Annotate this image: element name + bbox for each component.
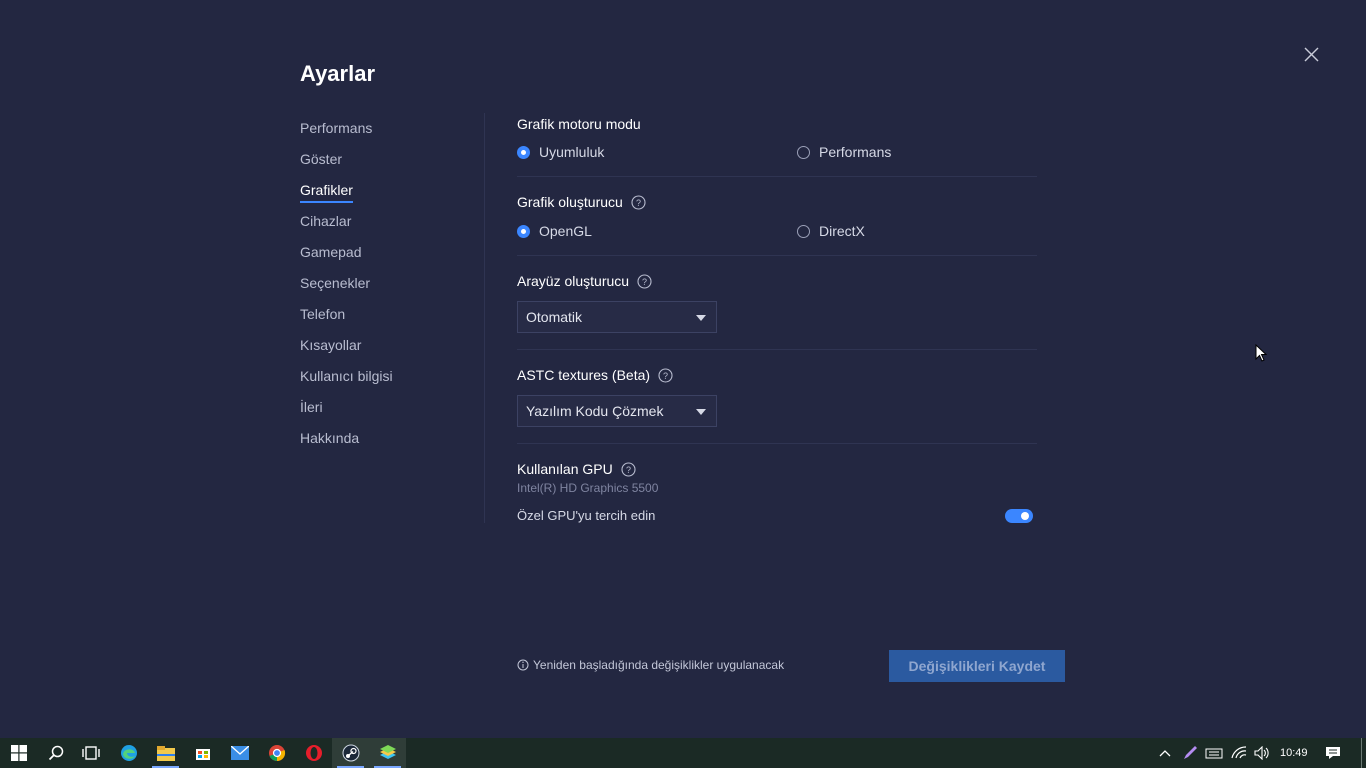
opera-icon[interactable] [295, 738, 332, 768]
divider [517, 255, 1037, 256]
ui-renderer-select[interactable]: Otomatik [517, 301, 717, 333]
gpu-title: Kullanılan GPU [517, 461, 613, 477]
caret-down-icon [696, 315, 706, 321]
ui-renderer-title: Arayüz oluşturucu [517, 273, 630, 289]
divider [517, 176, 1037, 177]
nav-item-grafikler[interactable]: Grafikler [300, 180, 484, 211]
nav-item-secenekler[interactable]: Seçenekler [300, 273, 484, 304]
nav-label: Kısayollar [300, 337, 362, 353]
settings-nav: Performans Göster Grafikler Cihazlar Gam… [300, 118, 484, 459]
radio-checked-icon [517, 145, 530, 159]
mail-icon[interactable] [221, 738, 258, 768]
clock[interactable]: 10:49 [1280, 738, 1308, 768]
caret-down-icon [696, 409, 706, 415]
nav-label: Göster [300, 151, 343, 167]
divider [517, 443, 1037, 444]
radio-unchecked-icon [797, 224, 810, 238]
nav-item-hakkinda[interactable]: Hakkında [300, 428, 484, 459]
nav-label: Grafikler [300, 180, 353, 203]
radio-performans[interactable]: Performans [797, 144, 891, 160]
nav-label: Hakkında [300, 430, 360, 446]
svg-text:?: ? [626, 465, 631, 475]
nav-item-kullanici-bilgisi[interactable]: Kullanıcı bilgisi [300, 366, 484, 397]
nav-item-cihazlar[interactable]: Cihazlar [300, 211, 484, 242]
prefer-gpu-toggle[interactable] [1005, 509, 1033, 523]
svg-text:?: ? [636, 198, 641, 208]
ui-renderer-section: Arayüz oluşturucu ? [517, 272, 1037, 290]
nav-label: Kullanıcı bilgisi [300, 368, 393, 384]
astc-select[interactable]: Yazılım Kodu Çözmek [517, 395, 717, 427]
help-icon[interactable]: ? [658, 367, 673, 383]
nav-divider [484, 113, 485, 523]
keyboard-icon[interactable] [1203, 738, 1225, 768]
wifi-icon[interactable] [1229, 738, 1249, 768]
select-value: Yazılım Kodu Çözmek [526, 403, 664, 419]
renderer-title: Grafik oluşturucu [517, 194, 623, 210]
radio-unchecked-icon [797, 145, 810, 159]
file-explorer-icon[interactable] [147, 738, 184, 768]
radio-opengl[interactable]: OpenGL [517, 223, 592, 239]
pen-icon[interactable] [1180, 738, 1200, 768]
bluestacks-icon[interactable] [369, 738, 406, 768]
nav-label: Telefon [300, 306, 346, 322]
store-icon[interactable] [184, 738, 221, 768]
volume-icon[interactable] [1252, 738, 1272, 768]
engine-mode-title: Grafik motoru modu [517, 116, 641, 132]
help-icon[interactable]: ? [621, 461, 636, 477]
nav-label: İleri [300, 399, 323, 415]
radio-label: Performans [819, 144, 892, 160]
svg-text:?: ? [663, 371, 668, 381]
svg-text:?: ? [642, 277, 647, 287]
radio-label: Uyumluluk [539, 144, 605, 160]
search-icon[interactable] [37, 738, 74, 768]
page-title: Ayarlar [300, 61, 376, 86]
nav-label: Gamepad [300, 244, 362, 260]
astc-title: ASTC textures (Beta) [517, 367, 651, 383]
radio-uyumluluk[interactable]: Uyumluluk [517, 144, 604, 160]
gpu-name: Intel(R) HD Graphics 5500 [517, 481, 659, 495]
restart-note: Yeniden başladığında değişiklikler uygul… [517, 658, 784, 672]
engine-mode-section: Grafik motoru modu [517, 115, 1037, 133]
radio-label: OpenGL [539, 223, 592, 239]
chrome-icon[interactable] [258, 738, 295, 768]
save-button[interactable]: Değişiklikleri Kaydet [889, 650, 1065, 682]
select-value: Otomatik [526, 309, 583, 325]
mouse-cursor-icon [1255, 344, 1267, 362]
renderer-section: Grafik oluşturucu ? [517, 193, 1037, 211]
steam-icon[interactable] [332, 738, 369, 768]
nav-item-performans[interactable]: Performans [300, 118, 484, 149]
info-icon [517, 659, 529, 671]
prefer-gpu-label: Özel GPU'yu tercih edin [517, 508, 656, 523]
radio-label: DirectX [819, 223, 865, 239]
edge-icon[interactable] [110, 738, 147, 768]
notifications-icon[interactable] [1322, 738, 1344, 768]
taskbar: 10:49 [0, 738, 1366, 768]
nav-item-goster[interactable]: Göster [300, 149, 484, 180]
windows-start-icon[interactable] [0, 738, 37, 768]
nav-label: Seçenekler [300, 275, 371, 291]
nav-item-ileri[interactable]: İleri [300, 397, 484, 428]
task-view-icon[interactable] [72, 738, 109, 768]
close-button[interactable] [1302, 45, 1322, 65]
nav-item-telefon[interactable]: Telefon [300, 304, 484, 335]
restart-note-text: Yeniden başladığında değişiklikler uygul… [533, 658, 785, 672]
astc-section: ASTC textures (Beta) ? [517, 366, 1037, 384]
nav-item-gamepad[interactable]: Gamepad [300, 242, 484, 273]
gpu-section: Kullanılan GPU ? [517, 460, 1037, 478]
help-icon[interactable]: ? [637, 273, 652, 289]
nav-label: Cihazlar [300, 213, 352, 229]
nav-label: Performans [300, 120, 373, 136]
close-icon [1304, 47, 1319, 62]
radio-checked-icon [517, 224, 530, 238]
help-icon[interactable]: ? [631, 194, 646, 210]
divider [517, 349, 1037, 350]
nav-item-kisayollar[interactable]: Kısayollar [300, 335, 484, 366]
radio-directx[interactable]: DirectX [797, 223, 865, 239]
chevron-up-icon[interactable] [1156, 738, 1174, 768]
show-desktop-button[interactable] [1361, 738, 1362, 768]
